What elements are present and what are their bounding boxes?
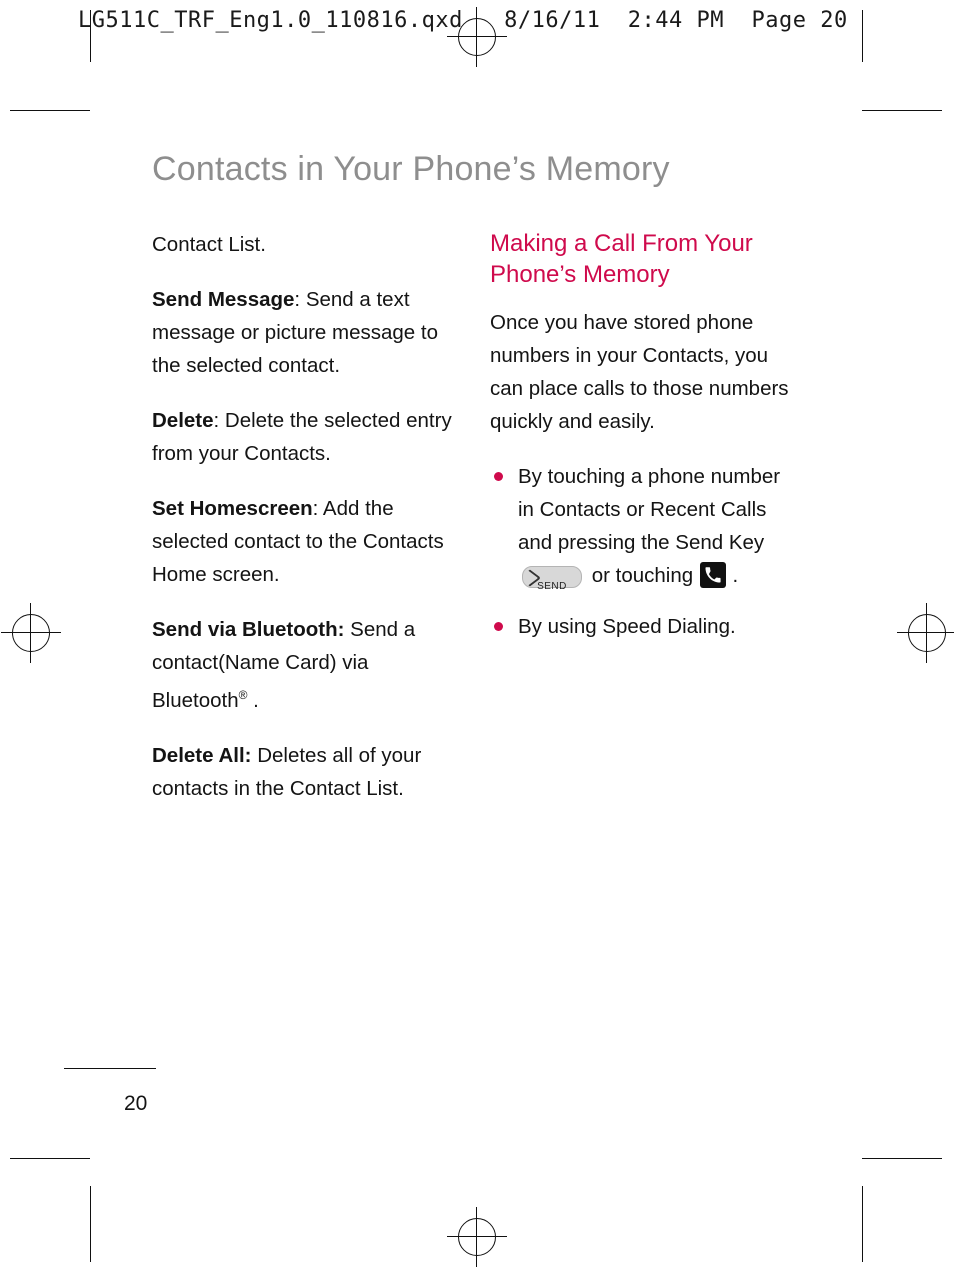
list-item-text: By touching a phone number in Contacts o… [518, 465, 781, 554]
registration-mark-bottom [447, 1207, 507, 1267]
paragraph-label: Send Message [152, 288, 295, 311]
bullet-dot-icon [494, 622, 503, 631]
list-item: By touching a phone number in Contacts o… [490, 460, 800, 592]
crop-mark-bottom-right [862, 1158, 942, 1159]
paragraph-send-message: Send Message: Send a text message or pic… [152, 283, 462, 382]
paragraph-text: Contact List. [152, 233, 266, 256]
crop-line-left [90, 10, 91, 62]
crop-mark-bottom-left [10, 1158, 90, 1159]
registration-mark-left [1, 603, 61, 663]
list-item-text: By using Speed Dialing. [518, 615, 736, 638]
page-number: 20 [124, 1092, 148, 1115]
paragraph-delete-all: Delete All: Deletes all of your contacts… [152, 739, 462, 805]
bullet-dot-icon [494, 472, 503, 481]
send-key-icon: SEND [518, 565, 582, 592]
paragraph-send-via-bluetooth: Send via Bluetooth: Send a contact(Name … [152, 613, 462, 717]
paragraph-label: Send via Bluetooth: [152, 618, 345, 641]
registration-mark-right [897, 603, 954, 663]
paragraph-label: Delete [152, 409, 214, 432]
paragraph-set-homescreen: Set Homescreen: Add the selected contact… [152, 492, 462, 591]
right-column: Making a Call From Your Phone’s Memory O… [490, 228, 800, 661]
phone-handset-icon [699, 562, 726, 588]
paragraph-intro: Once you have stored phone numbers in yo… [490, 311, 789, 433]
crop-line-left-bottom [90, 1186, 91, 1262]
crop-mark-top-left [10, 110, 90, 111]
paragraph-label: Set Homescreen [152, 497, 313, 520]
paragraph-delete: Delete: Delete the selected entry from y… [152, 404, 462, 470]
crop-line-right-bottom [862, 1186, 863, 1262]
bullet-list: By touching a phone number in Contacts o… [490, 460, 800, 643]
footer-rule [64, 1068, 156, 1069]
crop-line-right [862, 10, 863, 62]
section-heading: Making a Call From Your Phone’s Memory [490, 230, 753, 288]
paragraph-text-tail: . [247, 688, 259, 712]
list-item: By using Speed Dialing. [490, 610, 800, 643]
paragraph-contact-list: Contact List. [152, 228, 462, 261]
list-item-text-after: . [732, 564, 739, 587]
crop-mark-top-right [862, 110, 942, 111]
list-item-text-middle: or touching [591, 564, 694, 587]
left-column: Contact List. Send Message: Send a text … [152, 228, 462, 827]
paragraph-label: Delete All: [152, 743, 252, 767]
page-title: Contacts in Your Phone’s Memory [152, 150, 670, 188]
registration-mark-top [447, 7, 507, 67]
